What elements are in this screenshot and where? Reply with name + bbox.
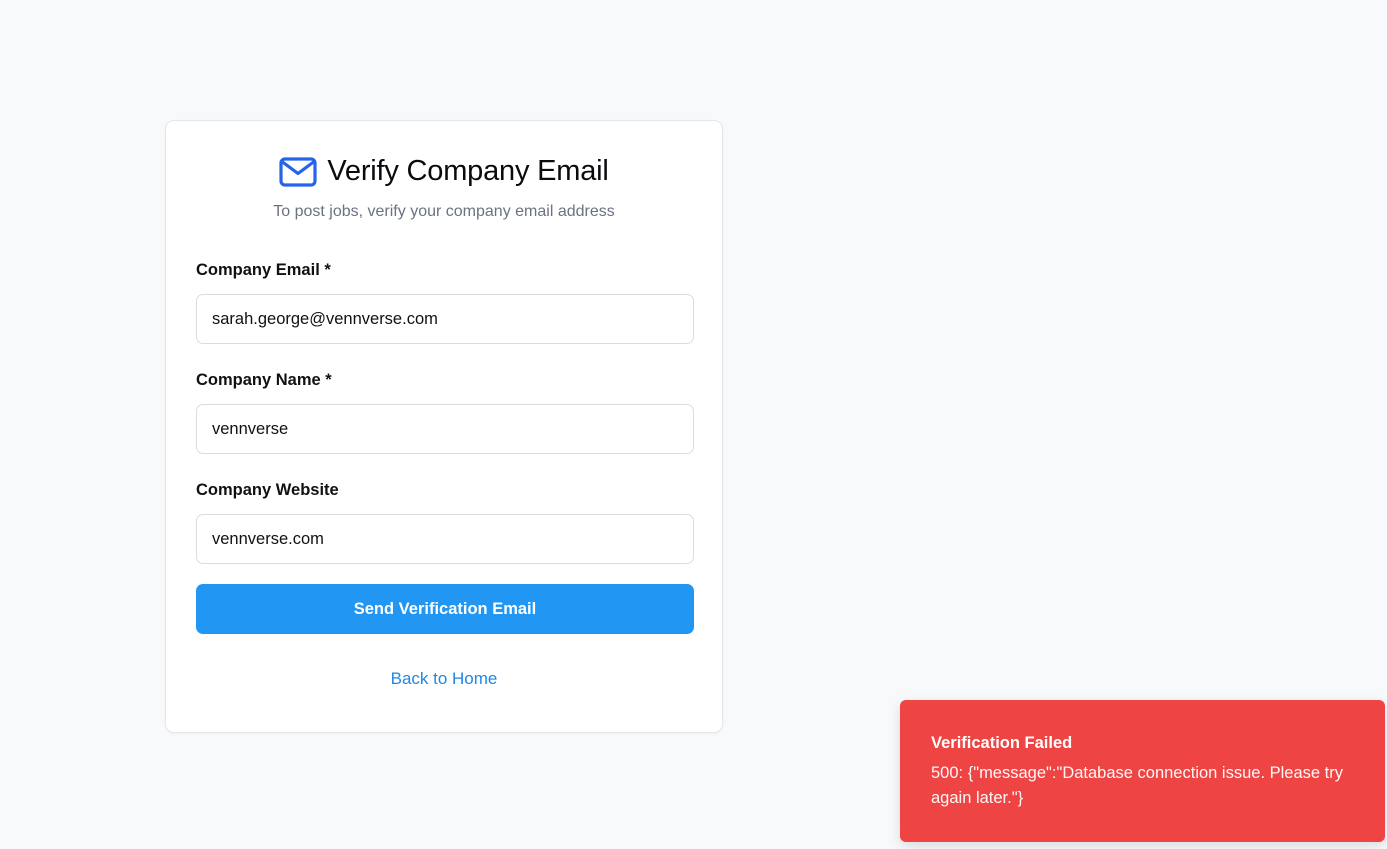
company-email-input[interactable] [196, 294, 694, 344]
page-subtitle: To post jobs, verify your company email … [273, 203, 615, 220]
company-email-label: Company Email * [196, 261, 331, 279]
mail-icon [279, 156, 317, 187]
company-website-label: Company Website [196, 481, 339, 499]
back-to-home-link[interactable]: Back to Home [166, 669, 722, 689]
card-header: Verify Company Email [166, 155, 722, 188]
send-verification-email-button[interactable]: Send Verification Email [196, 584, 694, 634]
page-title: Verify Company Email [327, 155, 609, 187]
verify-email-card: Verify Company Email To post jobs, verif… [165, 120, 723, 733]
company-website-input[interactable] [196, 514, 694, 564]
toast-title: Verification Failed [931, 734, 1073, 752]
error-toast[interactable]: Verification Failed 500: {"message":"Dat… [900, 700, 1385, 842]
toast-message: 500: {"message":"Database connection iss… [931, 764, 1343, 807]
company-name-label: Company Name * [196, 371, 332, 389]
company-name-input[interactable] [196, 404, 694, 454]
